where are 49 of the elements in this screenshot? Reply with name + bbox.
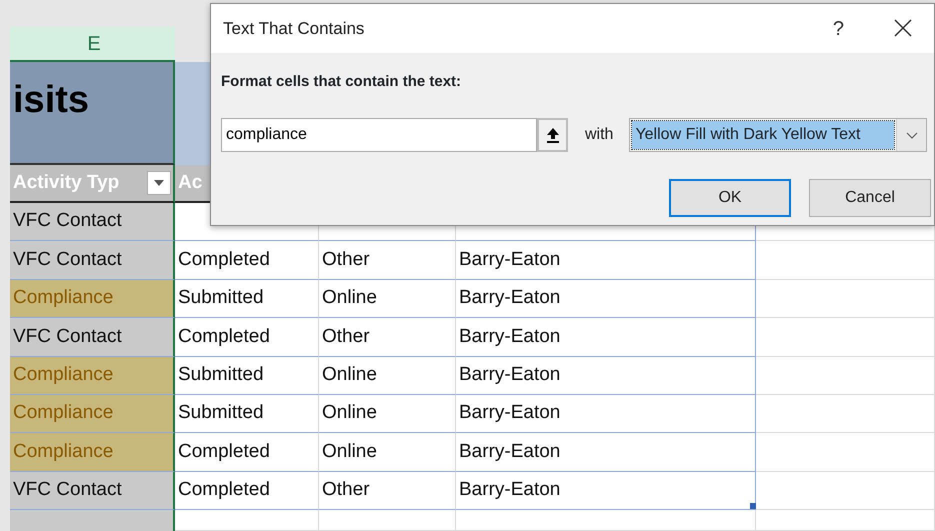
dialog-button[interactable]: Cancel (809, 179, 931, 217)
upload-arrow-icon (546, 127, 560, 143)
chevron-down-icon (906, 132, 918, 138)
table-cell: Other (319, 472, 456, 510)
filter-button[interactable] (147, 171, 171, 195)
table-cell: VFC Contact (10, 318, 175, 357)
column-heading: Ac (178, 170, 202, 195)
table-cell: Compliance (10, 394, 175, 434)
table-cell: Submitted (175, 394, 319, 434)
table-cell: Completed (175, 433, 319, 472)
table-cell: Completed (175, 241, 319, 280)
dialog-button[interactable]: OK (669, 179, 791, 217)
close-icon (894, 19, 912, 38)
sheet-title: isits (10, 62, 175, 165)
table-cell: Barry-Eaton (456, 356, 756, 395)
dropdown-value: Yellow Fill with Dark Yellow Text (632, 121, 894, 149)
table-cell: Compliance (10, 356, 175, 395)
table-cell: Compliance (10, 433, 175, 472)
caret-icon (154, 180, 164, 186)
table-cell: Barry-Eaton (456, 433, 756, 472)
table-cell: VFC Contact (10, 241, 175, 280)
table-cell: VFC Contact (10, 472, 175, 510)
table-cell: Online (319, 356, 456, 395)
dialog-title: Text That Contains (223, 18, 364, 40)
prompt-text: Format cells that contain the text: (221, 72, 462, 92)
table-cell: Other (319, 318, 456, 357)
table-cell: Barry-Eaton (456, 472, 756, 510)
table-cell: Barry-Eaton (456, 280, 756, 318)
column-header[interactable]: E (10, 27, 175, 62)
table-cell: Compliance (10, 280, 175, 318)
with-label: with (585, 125, 614, 145)
table-cell: Completed (175, 318, 319, 357)
format-dropdown[interactable]: Yellow Fill with Dark Yellow Text (629, 118, 928, 152)
table-cell: Barry-Eaton (456, 394, 756, 434)
collapse-button[interactable] (537, 118, 568, 152)
table-cell: Other (319, 241, 456, 280)
table-cell: VFC Contact (10, 203, 175, 242)
table-cell: Submitted (175, 356, 319, 395)
table-cell: Barry-Eaton (456, 318, 756, 357)
table-cell: Online (319, 280, 456, 318)
table-cell: Submitted (175, 280, 319, 318)
text-field[interactable]: compliance (221, 118, 537, 152)
table-cell: Completed (175, 472, 319, 510)
table-cell: Barry-Eaton (456, 241, 756, 280)
column-heading: Activity Typ (13, 170, 120, 195)
table-cell: Online (319, 433, 456, 472)
fill-handle[interactable] (750, 503, 756, 509)
help-button[interactable]: ? (826, 14, 850, 44)
table-cell: Online (319, 394, 456, 434)
